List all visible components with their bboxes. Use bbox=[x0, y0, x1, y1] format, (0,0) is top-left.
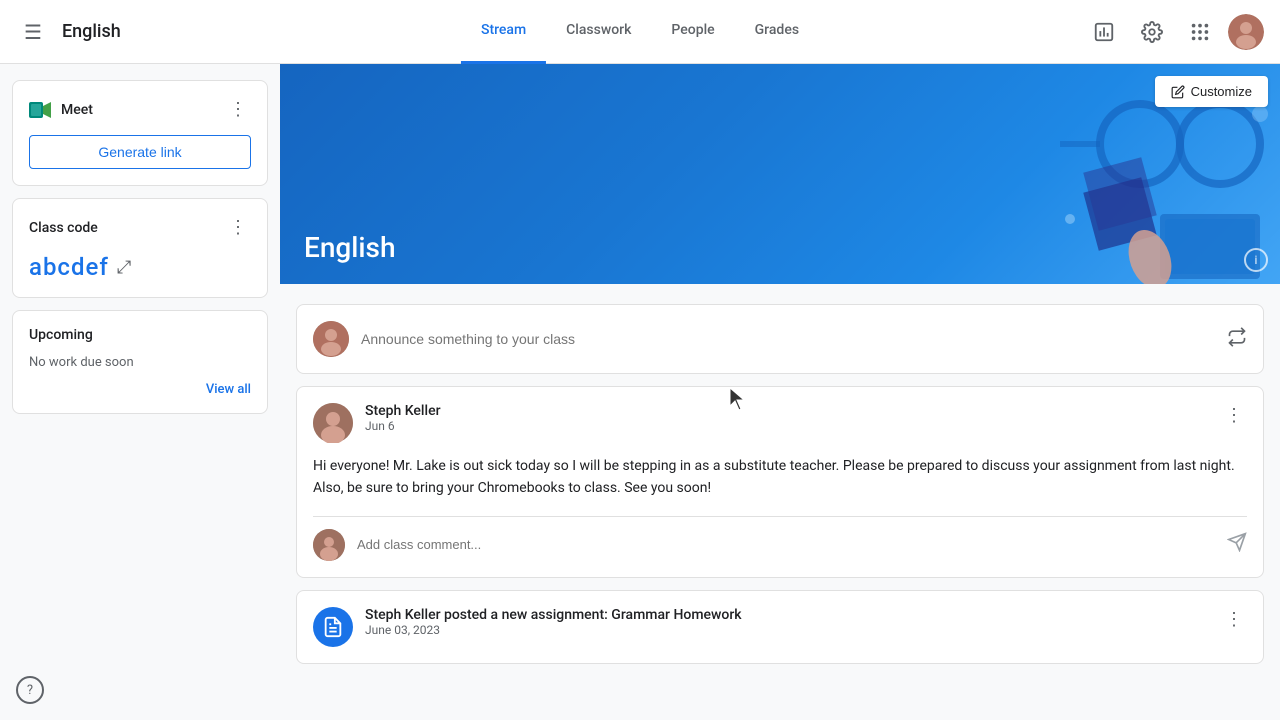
chart-icon-btn[interactable] bbox=[1084, 12, 1124, 52]
meet-card-header: Meet ⋮ bbox=[29, 97, 251, 123]
upcoming-card: Upcoming No work due soon View all bbox=[12, 310, 268, 414]
class-code-value: abcdef ⤢ bbox=[29, 253, 251, 281]
class-code-title: Class code bbox=[29, 220, 98, 236]
banner-info-icon[interactable]: i bbox=[1244, 248, 1268, 272]
comment-user-avatar bbox=[313, 529, 345, 561]
announce-bar bbox=[296, 304, 1264, 374]
feed-container: Steph Keller Jun 6 ⋮ Hi everyone! Mr. La… bbox=[280, 304, 1280, 664]
generate-link-button[interactable]: Generate link bbox=[29, 135, 251, 169]
meet-more-icon[interactable]: ⋮ bbox=[225, 97, 251, 123]
settings-icon-btn[interactable] bbox=[1132, 12, 1172, 52]
top-nav: ☰ English Stream Classwork People Grades bbox=[0, 0, 1280, 64]
upcoming-title: Upcoming bbox=[29, 327, 93, 343]
post-author-avatar bbox=[313, 403, 353, 443]
assignment-card: Steph Keller posted a new assignment: Gr… bbox=[296, 590, 1264, 664]
post-more-icon[interactable]: ⋮ bbox=[1221, 403, 1247, 429]
meet-icon bbox=[29, 98, 53, 122]
help-button[interactable]: ? bbox=[16, 676, 44, 704]
post-date: Jun 6 bbox=[365, 419, 441, 433]
nav-left: ☰ English bbox=[16, 12, 216, 52]
class-code-header: Class code ⋮ bbox=[29, 215, 251, 241]
banner-class-title: English bbox=[304, 231, 396, 264]
tab-grades[interactable]: Grades bbox=[735, 0, 819, 64]
meet-card: Meet ⋮ Generate link bbox=[12, 80, 268, 186]
class-code-more-icon[interactable]: ⋮ bbox=[225, 215, 251, 241]
user-avatar bbox=[1228, 14, 1264, 50]
upcoming-empty-text: No work due soon bbox=[29, 355, 251, 370]
assignment-date: June 03, 2023 bbox=[365, 623, 742, 637]
post-header: Steph Keller Jun 6 ⋮ bbox=[313, 403, 1247, 443]
assignment-icon bbox=[313, 607, 353, 647]
post-body: Hi everyone! Mr. Lake is out sick today … bbox=[313, 455, 1247, 500]
announce-input[interactable] bbox=[361, 331, 1215, 347]
comment-input[interactable] bbox=[357, 537, 1215, 552]
current-user-avatar-small bbox=[313, 321, 349, 357]
post-author-name: Steph Keller bbox=[365, 403, 441, 419]
assignment-author-info: Steph Keller posted a new assignment: Gr… bbox=[313, 607, 742, 647]
send-icon[interactable] bbox=[1227, 532, 1247, 557]
assignment-more-icon[interactable]: ⋮ bbox=[1221, 607, 1247, 633]
stream-area: Customize English i bbox=[280, 64, 1280, 720]
upcoming-header: Upcoming bbox=[29, 327, 251, 343]
sidebar: Meet ⋮ Generate link Class code ⋮ abcdef… bbox=[0, 64, 280, 720]
post-author-details: Steph Keller Jun 6 bbox=[365, 403, 441, 433]
tab-stream[interactable]: Stream bbox=[461, 0, 546, 64]
user-avatar-btn[interactable] bbox=[1228, 14, 1264, 50]
assignment-header: Steph Keller posted a new assignment: Gr… bbox=[313, 607, 1247, 647]
tab-classwork[interactable]: Classwork bbox=[546, 0, 651, 64]
main-content: Meet ⋮ Generate link Class code ⋮ abcdef… bbox=[0, 64, 1280, 720]
nav-class-title: English bbox=[62, 21, 121, 42]
nav-tabs: Stream Classwork People Grades bbox=[461, 0, 819, 64]
post-card: Steph Keller Jun 6 ⋮ Hi everyone! Mr. La… bbox=[296, 386, 1264, 578]
view-all-link[interactable]: View all bbox=[29, 382, 251, 397]
assignment-title: Steph Keller posted a new assignment: Gr… bbox=[365, 607, 742, 623]
post-author-info: Steph Keller Jun 6 bbox=[313, 403, 441, 443]
pencil-icon bbox=[1171, 85, 1185, 99]
post-comment-bar bbox=[313, 516, 1247, 561]
hamburger-icon[interactable]: ☰ bbox=[16, 12, 50, 52]
repost-icon[interactable] bbox=[1227, 327, 1247, 352]
assignment-details: Steph Keller posted a new assignment: Gr… bbox=[365, 607, 742, 637]
class-banner: Customize English i bbox=[280, 64, 1280, 284]
expand-code-icon[interactable]: ⤢ bbox=[117, 257, 132, 278]
customize-button[interactable]: Customize bbox=[1155, 76, 1268, 107]
class-code-card: Class code ⋮ abcdef ⤢ bbox=[12, 198, 268, 298]
apps-icon-btn[interactable] bbox=[1180, 12, 1220, 52]
nav-right bbox=[1084, 12, 1264, 52]
tab-people[interactable]: People bbox=[651, 0, 734, 64]
meet-card-title: Meet bbox=[29, 98, 93, 122]
